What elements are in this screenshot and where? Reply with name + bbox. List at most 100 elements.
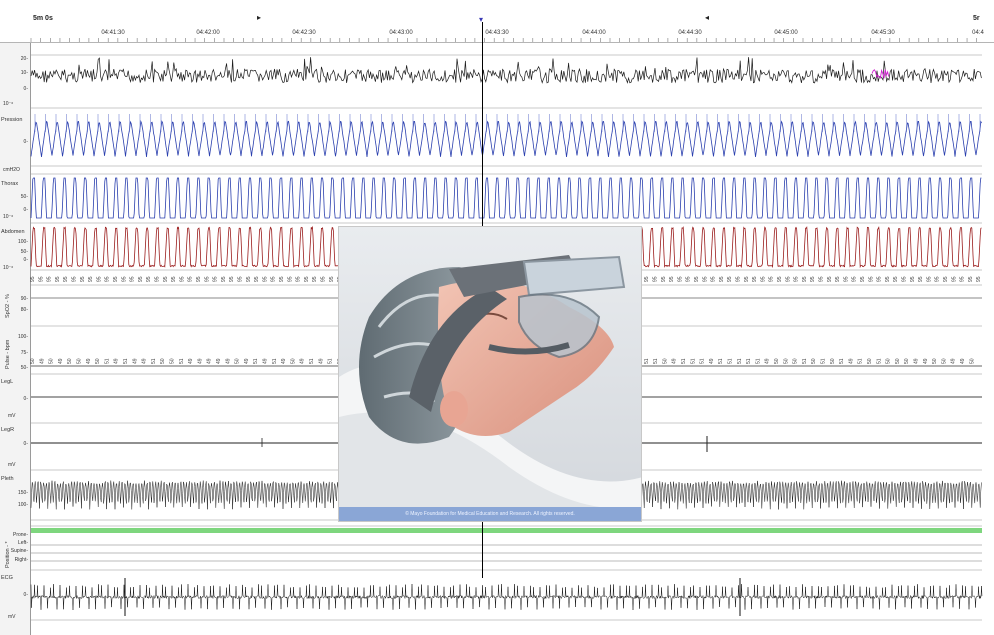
spo2-value-label: 95 <box>918 276 924 282</box>
pulse-value-label: 50 <box>170 358 176 364</box>
tick-label: 0- <box>23 139 28 145</box>
pulse-value-label: 49 <box>225 358 231 364</box>
pulse-value-label: 51 <box>644 358 650 364</box>
spo2-value-label: 95 <box>702 276 708 282</box>
spo2-value-label: 95 <box>296 276 302 282</box>
tick-label: 0- <box>23 441 28 447</box>
spo2-value-label: 95 <box>976 276 982 282</box>
pulse-value-label: 50 <box>49 358 55 364</box>
pulse-value-label: 51 <box>700 358 706 364</box>
spo2-value-label: 95 <box>686 276 692 282</box>
spo2-value-label: 95 <box>661 276 667 282</box>
spo2-value-label: 95 <box>171 276 177 282</box>
snore-trace <box>30 57 982 84</box>
pulse-value-label: 50 <box>932 358 938 364</box>
spo2-value-label: 95 <box>885 276 891 282</box>
pulse-value-label: 50 <box>941 358 947 364</box>
cpap-patient-illustration: © Mayo Foundation for Medical Education … <box>338 226 642 522</box>
tick-label: 10⁻⁶ <box>3 214 14 220</box>
spo2-value-label: 95 <box>155 276 161 282</box>
pulse-value-label: 49 <box>923 358 929 364</box>
spo2-value-label: 95 <box>951 276 957 282</box>
spo2-value-label: 95 <box>653 276 659 282</box>
tick-label: 90- <box>20 296 28 302</box>
pulse-value-label: 51 <box>272 358 278 364</box>
pulse-value-label: 50 <box>235 358 241 364</box>
pulse-value-label: 50 <box>969 358 975 364</box>
spo2-value-label: 95 <box>868 276 874 282</box>
channel-label-pleth: Pleth <box>1 476 14 482</box>
channel-label-ecg: ECG <box>1 575 13 581</box>
spo2-value-label: 95 <box>968 276 974 282</box>
spo2-value-label: 95 <box>204 276 210 282</box>
spo2-value-label: 95 <box>760 276 766 282</box>
spo2-value-label: 95 <box>238 276 244 282</box>
spo2-value-label: 95 <box>769 276 775 282</box>
pulse-value-label: 49 <box>142 358 148 364</box>
spo2-value-label: 95 <box>55 276 61 282</box>
spo2-value-label: 95 <box>694 276 700 282</box>
pulse-value-label: 51 <box>653 358 659 364</box>
pulse-value-label: 51 <box>802 358 808 364</box>
spo2-value-label: 95 <box>196 276 202 282</box>
spo2-value-label: 95 <box>113 276 119 282</box>
spo2-value-label: 95 <box>321 276 327 282</box>
tick-label: 100- <box>17 239 28 245</box>
pulse-value-label: 50 <box>30 358 36 364</box>
pulse-value-label: 50 <box>811 358 817 364</box>
pulse-value-label: 50 <box>160 358 166 364</box>
tick-label: 0- <box>23 86 28 92</box>
position-prone-bar <box>31 528 982 533</box>
spo2-value-label: 95 <box>935 276 941 282</box>
pulse-value-label: 51 <box>876 358 882 364</box>
pulse-value-label: 49 <box>114 358 120 364</box>
spo2-value-label: 95 <box>262 276 268 282</box>
spo2-value-label: 95 <box>63 276 69 282</box>
spo2-value-label: 95 <box>287 276 293 282</box>
tick-label: 80- <box>20 307 28 313</box>
pulse-value-label: 50 <box>67 358 73 364</box>
spo2-value-label: 95 <box>794 276 800 282</box>
pulse-value-label: 51 <box>839 358 845 364</box>
spo2-value-label: 95 <box>752 276 758 282</box>
pulse-value-label: 51 <box>328 358 334 364</box>
spo2-value-label: 95 <box>96 276 102 282</box>
spo2-value-label: 95 <box>785 276 791 282</box>
pulse-value-label: 51 <box>821 358 827 364</box>
spo2-value-label: 95 <box>860 276 866 282</box>
pulse-value-label: 49 <box>281 358 287 364</box>
pulse-value-label: 50 <box>77 358 83 364</box>
spo2-value-label: 95 <box>80 276 86 282</box>
pulse-value-label: 49 <box>244 358 250 364</box>
spo2-value-label: 95 <box>254 276 260 282</box>
pulse-value-label: 50 <box>830 358 836 364</box>
tick-label: cmH2O <box>3 167 20 173</box>
spo2-value-label: 95 <box>329 276 335 282</box>
spo2-value-label: 95 <box>88 276 94 282</box>
tick-label: mV <box>8 614 16 620</box>
tick-label: 0- <box>23 257 28 263</box>
channel-label-abdomen: Abdomen <box>1 229 25 235</box>
pulse-value-label: 51 <box>681 358 687 364</box>
tick-label: 75- <box>20 350 28 356</box>
ecg-trace <box>30 583 983 611</box>
pulse-value-label: 49 <box>951 358 957 364</box>
pulse-value-label: 50 <box>886 358 892 364</box>
pulse-value-label: 51 <box>179 358 185 364</box>
pulse-value-label: 51 <box>253 358 259 364</box>
tick-label: 10- <box>20 70 28 76</box>
spo2-value-label: 95 <box>893 276 899 282</box>
pulse-value-label: 49 <box>132 358 138 364</box>
illustration-copyright-caption: © Mayo Foundation for Medical Education … <box>339 507 641 521</box>
tick-label: Supine- <box>10 548 28 554</box>
spo2-value-label: 95 <box>736 276 742 282</box>
pulse-value-label: 50 <box>290 358 296 364</box>
spo2-value-label: 95 <box>179 276 185 282</box>
spo2-value-label: 95 <box>902 276 908 282</box>
tick-label: 0- <box>23 207 28 213</box>
spo2-value-label: 95 <box>130 276 136 282</box>
spo2-value-label: 95 <box>213 276 219 282</box>
spo2-value-label: 95 <box>960 276 966 282</box>
tick-label: 100- <box>17 334 28 340</box>
spo2-value-label: 95 <box>877 276 883 282</box>
